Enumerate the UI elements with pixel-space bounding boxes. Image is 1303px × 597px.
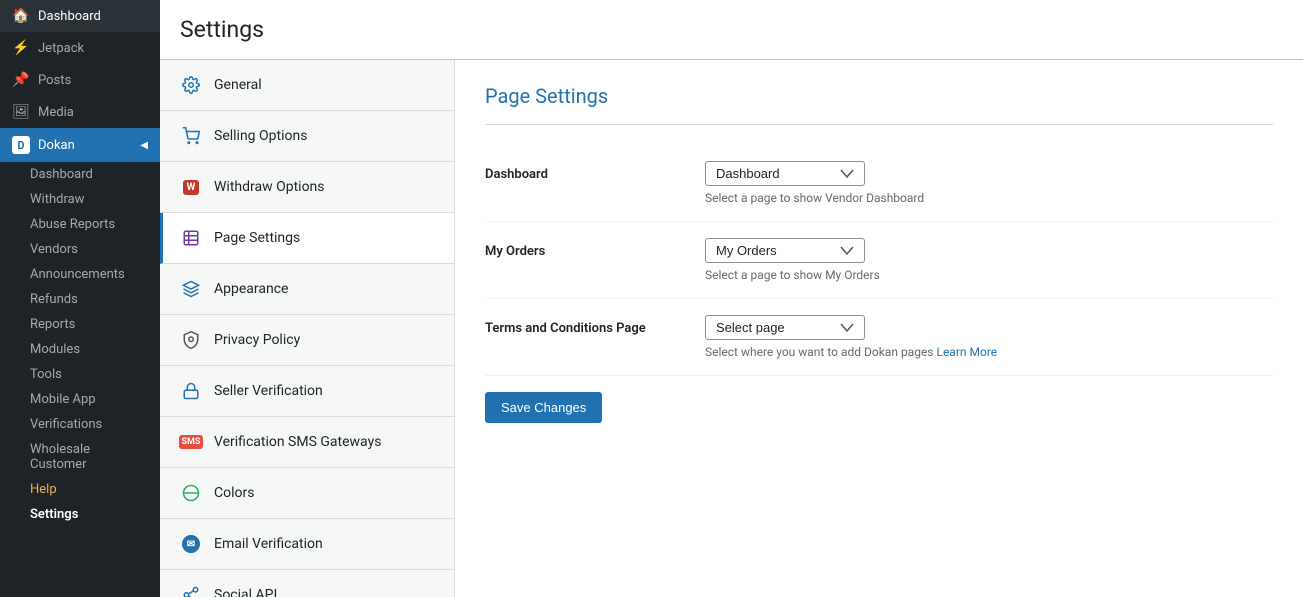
sidebar-subitem-withdraw[interactable]: Withdraw xyxy=(0,187,160,212)
settings-panel: Page Settings Dashboard Dashboard Select… xyxy=(455,60,1303,597)
nav-item-general[interactable]: General xyxy=(160,60,454,111)
form-row-terms: Terms and Conditions Page Select page Se… xyxy=(485,299,1273,376)
my-orders-select[interactable]: My Orders xyxy=(705,238,865,263)
sidebar-subitem-dashboard[interactable]: Dashboard xyxy=(0,162,160,187)
settings-nav: General Selling Options W Withdraw Optio… xyxy=(160,60,455,597)
appearance-icon xyxy=(180,278,202,300)
settings-header: Settings xyxy=(160,0,1303,60)
sidebar-item-jetpack[interactable]: ⚡ Jetpack xyxy=(0,32,160,64)
nav-item-seller-verification[interactable]: Seller Verification xyxy=(160,366,454,417)
dokan-collapse-icon: ◀ xyxy=(140,140,148,151)
dashboard-label: Dashboard xyxy=(485,161,705,182)
form-row-dashboard: Dashboard Dashboard Select a page to sho… xyxy=(485,145,1273,222)
sms-icon: SMS xyxy=(180,431,202,453)
sidebar-subitem-abuse-reports[interactable]: Abuse Reports xyxy=(0,212,160,237)
sidebar-subitem-help[interactable]: Help xyxy=(0,477,160,502)
sidebar-subitem-mobile-app[interactable]: Mobile App xyxy=(0,387,160,412)
social-icon xyxy=(180,584,202,597)
nav-label-page-settings: Page Settings xyxy=(214,230,300,246)
media-icon: 🖼 xyxy=(12,104,30,120)
nav-item-social-api[interactable]: Social API xyxy=(160,570,454,597)
jetpack-icon: ⚡ xyxy=(12,40,30,56)
sidebar-subitem-tools[interactable]: Tools xyxy=(0,362,160,387)
colors-icon xyxy=(180,482,202,504)
nav-label-privacy: Privacy Policy xyxy=(214,332,300,348)
dokan-icon: D xyxy=(12,136,30,154)
nav-label-seller: Seller Verification xyxy=(214,383,323,399)
nav-item-appearance[interactable]: Appearance xyxy=(160,264,454,315)
sidebar-subitem-verifications[interactable]: Verifications xyxy=(0,412,160,437)
email-icon: ✉ xyxy=(180,533,202,555)
terms-hint: Select where you want to add Dokan pages… xyxy=(705,345,1273,359)
nav-item-withdraw-options[interactable]: W Withdraw Options xyxy=(160,162,454,213)
sidebar-subitem-modules[interactable]: Modules xyxy=(0,337,160,362)
cart-icon xyxy=(180,125,202,147)
seller-icon xyxy=(180,380,202,402)
sidebar-subitem-settings[interactable]: Settings xyxy=(0,502,160,527)
sidebar-subitem-announcements[interactable]: Announcements xyxy=(0,262,160,287)
gear-icon xyxy=(180,74,202,96)
nav-item-email-verification[interactable]: ✉ Email Verification xyxy=(160,519,454,570)
sidebar-subitem-vendors[interactable]: Vendors xyxy=(0,237,160,262)
nav-label-selling: Selling Options xyxy=(214,128,307,144)
sidebar-item-dashboard[interactable]: 🏠 Dashboard xyxy=(0,0,160,32)
terms-label: Terms and Conditions Page xyxy=(485,315,705,336)
nav-label-general: General xyxy=(214,77,262,93)
nav-label-colors: Colors xyxy=(214,485,254,501)
save-changes-button[interactable]: Save Changes xyxy=(485,392,602,423)
main-content: Settings General Selling Options xyxy=(160,0,1303,597)
nav-item-selling-options[interactable]: Selling Options xyxy=(160,111,454,162)
withdraw-icon: W xyxy=(180,176,202,198)
settings-title: Settings xyxy=(180,16,1283,43)
terms-field: Select page Select where you want to add… xyxy=(705,315,1273,359)
my-orders-hint: Select a page to show My Orders xyxy=(705,268,1273,282)
terms-select[interactable]: Select page xyxy=(705,315,865,340)
form-row-my-orders: My Orders My Orders Select a page to sho… xyxy=(485,222,1273,299)
dashboard-hint: Select a page to show Vendor Dashboard xyxy=(705,191,1273,205)
panel-title: Page Settings xyxy=(485,84,1273,125)
sidebar-item-posts[interactable]: 📌 Posts xyxy=(0,64,160,96)
learn-more-link[interactable]: Learn More xyxy=(936,345,997,359)
nav-item-colors[interactable]: Colors xyxy=(160,468,454,519)
page-icon xyxy=(180,227,202,249)
my-orders-field: My Orders Select a page to show My Order… xyxy=(705,238,1273,282)
sidebar-item-dokan[interactable]: D Dokan ◀ xyxy=(0,128,160,162)
sidebar-item-media[interactable]: 🖼 Media xyxy=(0,96,160,128)
nav-label-sms: Verification SMS Gateways xyxy=(214,434,381,450)
nav-label-email: Email Verification xyxy=(214,536,323,552)
sidebar: 🏠 Dashboard ⚡ Jetpack 📌 Posts 🖼 Media D … xyxy=(0,0,160,597)
posts-icon: 📌 xyxy=(12,72,30,88)
nav-item-sms-gateways[interactable]: SMS Verification SMS Gateways xyxy=(160,417,454,468)
nav-item-page-settings[interactable]: Page Settings xyxy=(160,213,454,264)
sidebar-subitem-refunds[interactable]: Refunds xyxy=(0,287,160,312)
settings-body: General Selling Options W Withdraw Optio… xyxy=(160,60,1303,597)
privacy-icon xyxy=(180,329,202,351)
dashboard-icon: 🏠 xyxy=(12,8,30,24)
dashboard-field: Dashboard Select a page to show Vendor D… xyxy=(705,161,1273,205)
nav-label-withdraw: Withdraw Options xyxy=(214,179,325,195)
my-orders-label: My Orders xyxy=(485,238,705,259)
nav-item-privacy-policy[interactable]: Privacy Policy xyxy=(160,315,454,366)
sidebar-subitem-wholesale[interactable]: Wholesale Customer xyxy=(0,437,160,477)
sidebar-subitem-reports[interactable]: Reports xyxy=(0,312,160,337)
dashboard-select[interactable]: Dashboard xyxy=(705,161,865,186)
nav-label-appearance: Appearance xyxy=(214,281,288,297)
nav-label-social: Social API xyxy=(214,587,277,597)
